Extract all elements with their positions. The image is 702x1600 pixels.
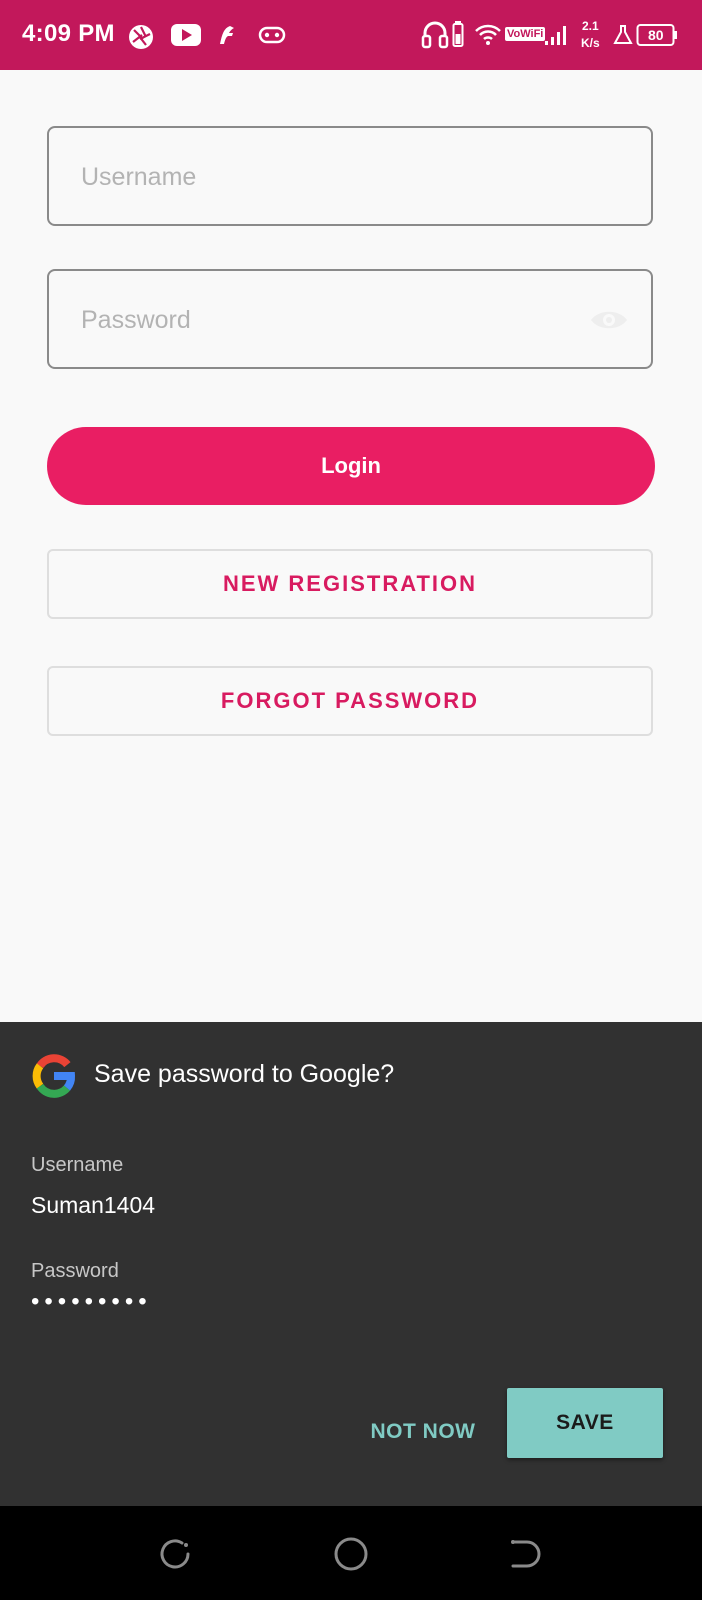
back-icon[interactable]: [505, 1534, 545, 1574]
gamepad-icon: [258, 26, 286, 49]
status-bar: 4:09 PM VoWiFi 2.1 K/s 80: [0, 0, 702, 70]
username-field[interactable]: [47, 126, 653, 226]
battery-saver-icon: [452, 20, 464, 53]
sheet-username-value: Suman1404: [31, 1192, 156, 1218]
signal-icon: [545, 24, 569, 51]
sheet-password-mask: •••••••••: [31, 1288, 152, 1315]
sheet-password-label: Password: [31, 1260, 119, 1282]
headphones-icon: [421, 19, 449, 54]
flash-icon: [216, 24, 238, 51]
home-icon[interactable]: [331, 1534, 371, 1574]
new-registration-button[interactable]: NEW REGISTRATION: [47, 549, 653, 619]
recents-icon[interactable]: [155, 1534, 195, 1574]
password-field[interactable]: [47, 269, 653, 369]
flask-icon: [613, 24, 633, 51]
login-button[interactable]: Login: [47, 427, 655, 505]
status-time: 4:09 PM: [22, 20, 115, 47]
sheet-username-label: Username: [31, 1154, 124, 1176]
navigation-bar: [0, 1506, 702, 1600]
not-now-button[interactable]: NOT NOW: [357, 1398, 489, 1466]
vowifi-badge: VoWiFi: [505, 27, 546, 41]
password-input[interactable]: [79, 299, 553, 341]
network-speed-unit: K/s: [581, 36, 600, 50]
battery-level: 80: [648, 27, 664, 43]
save-button[interactable]: SAVE: [507, 1388, 663, 1458]
forgot-password-button[interactable]: FORGOT PASSWORD: [47, 666, 653, 736]
network-speed-value: 2.1: [582, 19, 599, 33]
sheet-title: Save password to Google?: [94, 1060, 395, 1088]
save-password-sheet: Save password to Google? Username Suman1…: [0, 1022, 702, 1506]
google-logo: [31, 1053, 77, 1104]
youtube-icon: [170, 23, 202, 52]
eye-icon[interactable]: [589, 307, 629, 338]
wifi-icon: [474, 22, 502, 51]
shutter-icon: [127, 23, 155, 56]
username-input[interactable]: [79, 156, 553, 198]
